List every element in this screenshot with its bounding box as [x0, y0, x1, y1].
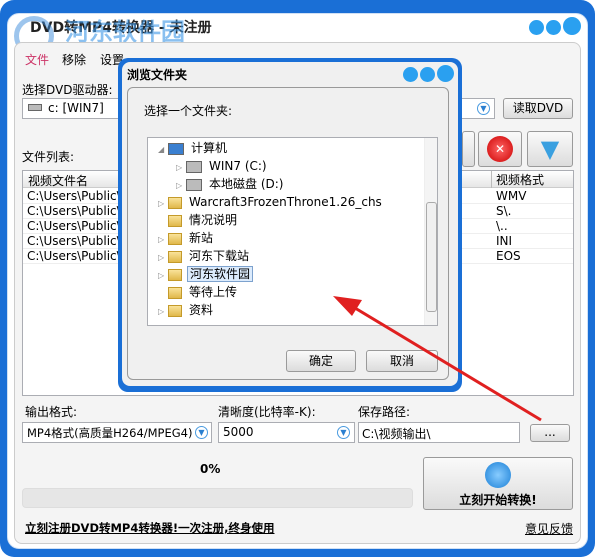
- annotation-arrow: [333, 296, 542, 422]
- arrow-line: [349, 303, 542, 422]
- arrow-head: [333, 296, 362, 316]
